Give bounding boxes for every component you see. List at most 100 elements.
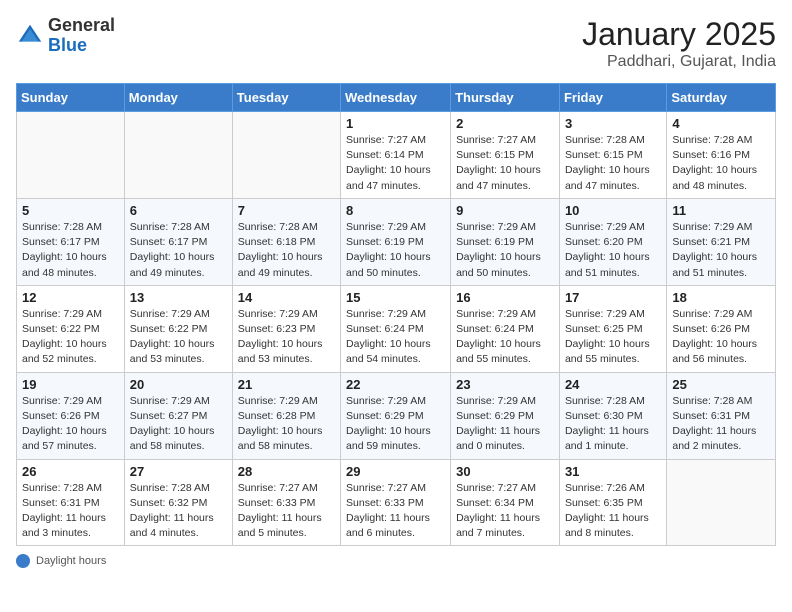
day-info: Sunrise: 7:28 AM Sunset: 6:32 PM Dayligh… [130,481,227,542]
day-number: 2 [456,116,554,131]
calendar-cell: 27 Sunrise: 7:28 AM Sunset: 6:32 PM Dayli… [124,459,232,546]
day-info: Sunrise: 7:28 AM Sunset: 6:17 PM Dayligh… [22,220,119,281]
day-number: 20 [130,377,227,392]
calendar-cell: 12 Sunrise: 7:29 AM Sunset: 6:22 PM Dayli… [17,285,125,372]
day-number: 3 [565,116,661,131]
calendar-cell: 22Sunrise: 7:29 AM Sunset: 6:29 PM Dayli… [341,372,451,459]
calendar-cell: 30 Sunrise: 7:27 AM Sunset: 6:34 PM Dayli… [451,459,560,546]
day-number: 16 [456,290,554,305]
calendar-cell: 29 Sunrise: 7:27 AM Sunset: 6:33 PM Dayli… [341,459,451,546]
day-info: Sunrise: 7:29 AM Sunset: 6:23 PM Dayligh… [238,307,335,368]
day-number: 27 [130,464,227,479]
day-number: 29 [346,464,445,479]
calendar-cell: 14 Sunrise: 7:29 AM Sunset: 6:23 PM Dayli… [232,285,340,372]
logo: General Blue [16,16,115,56]
day-number: 12 [22,290,119,305]
calendar-cell: 23 Sunrise: 7:29 AM Sunset: 6:29 PM Dayli… [451,372,560,459]
calendar-dow-header: Wednesday [341,84,451,112]
logo-blue-text: Blue [48,36,115,56]
day-number: 28 [238,464,335,479]
calendar-cell: 19Sunrise: 7:29 AM Sunset: 6:26 PM Dayli… [17,372,125,459]
logo-icon [16,22,44,50]
calendar-cell [124,112,232,199]
day-info: Sunrise: 7:29 AM Sunset: 6:24 PM Dayligh… [346,307,445,368]
day-info: Sunrise: 7:27 AM Sunset: 6:33 PM Dayligh… [238,481,335,542]
day-info: Sunrise: 7:29 AM Sunset: 6:26 PM Dayligh… [672,307,770,368]
day-number: 9 [456,203,554,218]
footer-note: Daylight hours [16,554,776,568]
calendar-week-row: 26 Sunrise: 7:28 AM Sunset: 6:31 PM Dayli… [17,459,776,546]
day-number: 30 [456,464,554,479]
page-header: General Blue January 2025 Paddhari, Guja… [16,16,776,71]
month-title: January 2025 [582,16,776,53]
calendar-cell: 11 Sunrise: 7:29 AM Sunset: 6:21 PM Dayli… [667,198,776,285]
calendar-cell: 3Sunrise: 7:28 AM Sunset: 6:15 PM Daylig… [559,112,666,199]
day-number: 21 [238,377,335,392]
day-number: 31 [565,464,661,479]
day-number: 23 [456,377,554,392]
day-info: Sunrise: 7:27 AM Sunset: 6:14 PM Dayligh… [346,133,445,194]
day-number: 5 [22,203,119,218]
day-number: 26 [22,464,119,479]
footer-note-text: Daylight hours [36,555,106,567]
calendar-cell: 4 Sunrise: 7:28 AM Sunset: 6:16 PM Daylig… [667,112,776,199]
title-block: January 2025 Paddhari, Gujarat, India [582,16,776,71]
day-number: 6 [130,203,227,218]
day-number: 22 [346,377,445,392]
day-number: 10 [565,203,661,218]
day-info: Sunrise: 7:29 AM Sunset: 6:28 PM Dayligh… [238,394,335,455]
calendar-dow-header: Thursday [451,84,560,112]
calendar-dow-header: Tuesday [232,84,340,112]
day-info: Sunrise: 7:27 AM Sunset: 6:34 PM Dayligh… [456,481,554,542]
calendar-cell: 13Sunrise: 7:29 AM Sunset: 6:22 PM Dayli… [124,285,232,372]
day-info: Sunrise: 7:28 AM Sunset: 6:16 PM Dayligh… [672,133,770,194]
day-info: Sunrise: 7:28 AM Sunset: 6:17 PM Dayligh… [130,220,227,281]
calendar-cell: 5 Sunrise: 7:28 AM Sunset: 6:17 PM Daylig… [17,198,125,285]
day-number: 4 [672,116,770,131]
calendar-cell: 6 Sunrise: 7:28 AM Sunset: 6:17 PM Daylig… [124,198,232,285]
logo-text: General Blue [48,16,115,56]
day-info: Sunrise: 7:29 AM Sunset: 6:20 PM Dayligh… [565,220,661,281]
day-info: Sunrise: 7:29 AM Sunset: 6:19 PM Dayligh… [456,220,554,281]
calendar-cell: 2 Sunrise: 7:27 AM Sunset: 6:15 PM Daylig… [451,112,560,199]
day-info: Sunrise: 7:29 AM Sunset: 6:21 PM Dayligh… [672,220,770,281]
day-number: 17 [565,290,661,305]
day-info: Sunrise: 7:27 AM Sunset: 6:15 PM Dayligh… [456,133,554,194]
calendar-cell: 31Sunrise: 7:26 AM Sunset: 6:35 PM Dayli… [559,459,666,546]
calendar-cell: 25 Sunrise: 7:28 AM Sunset: 6:31 PM Dayli… [667,372,776,459]
calendar-cell: 8Sunrise: 7:29 AM Sunset: 6:19 PM Daylig… [341,198,451,285]
calendar-week-row: 1 Sunrise: 7:27 AM Sunset: 6:14 PM Daylig… [17,112,776,199]
calendar-dow-header: Friday [559,84,666,112]
day-info: Sunrise: 7:29 AM Sunset: 6:19 PM Dayligh… [346,220,445,281]
calendar-header-row: SundayMondayTuesdayWednesdayThursdayFrid… [17,84,776,112]
calendar-table: SundayMondayTuesdayWednesdayThursdayFrid… [16,83,776,546]
day-number: 15 [346,290,445,305]
footer-dot-icon [16,554,30,568]
day-info: Sunrise: 7:29 AM Sunset: 6:24 PM Dayligh… [456,307,554,368]
calendar-cell: 20 Sunrise: 7:29 AM Sunset: 6:27 PM Dayli… [124,372,232,459]
day-number: 18 [672,290,770,305]
calendar-cell: 15 Sunrise: 7:29 AM Sunset: 6:24 PM Dayli… [341,285,451,372]
calendar-cell: 17 Sunrise: 7:29 AM Sunset: 6:25 PM Dayli… [559,285,666,372]
day-number: 1 [346,116,445,131]
calendar-dow-header: Saturday [667,84,776,112]
calendar-week-row: 12 Sunrise: 7:29 AM Sunset: 6:22 PM Dayli… [17,285,776,372]
calendar-cell: 1 Sunrise: 7:27 AM Sunset: 6:14 PM Daylig… [341,112,451,199]
calendar-cell: 10 Sunrise: 7:29 AM Sunset: 6:20 PM Dayli… [559,198,666,285]
calendar-cell: 26 Sunrise: 7:28 AM Sunset: 6:31 PM Dayli… [17,459,125,546]
day-info: Sunrise: 7:28 AM Sunset: 6:31 PM Dayligh… [672,394,770,455]
calendar-cell: 7Sunrise: 7:28 AM Sunset: 6:18 PM Daylig… [232,198,340,285]
day-info: Sunrise: 7:29 AM Sunset: 6:29 PM Dayligh… [456,394,554,455]
day-info: Sunrise: 7:28 AM Sunset: 6:31 PM Dayligh… [22,481,119,542]
day-number: 19 [22,377,119,392]
day-number: 14 [238,290,335,305]
logo-general-text: General [48,16,115,36]
calendar-week-row: 5 Sunrise: 7:28 AM Sunset: 6:17 PM Daylig… [17,198,776,285]
day-info: Sunrise: 7:29 AM Sunset: 6:27 PM Dayligh… [130,394,227,455]
day-info: Sunrise: 7:27 AM Sunset: 6:33 PM Dayligh… [346,481,445,542]
calendar-dow-header: Sunday [17,84,125,112]
day-info: Sunrise: 7:29 AM Sunset: 6:22 PM Dayligh… [22,307,119,368]
day-info: Sunrise: 7:29 AM Sunset: 6:25 PM Dayligh… [565,307,661,368]
day-number: 11 [672,203,770,218]
day-number: 25 [672,377,770,392]
